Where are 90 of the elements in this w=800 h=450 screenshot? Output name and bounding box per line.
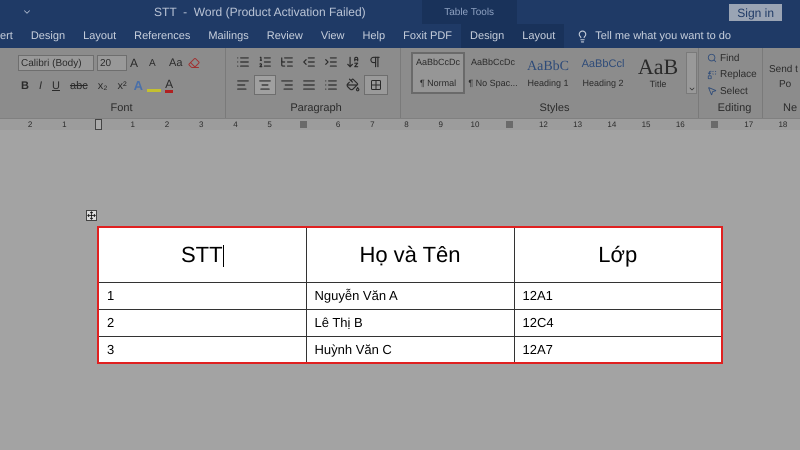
ruler-number: 15 (640, 118, 652, 130)
ruler-number: 1 (130, 118, 136, 130)
send-command-text: Send t (769, 63, 799, 77)
ruler-number: 2 (164, 118, 170, 130)
style-name: ¶ No Spac... (468, 76, 518, 90)
pointer-icon (707, 86, 717, 96)
ribbon-tab[interactable]: Help (353, 24, 394, 48)
style-name: Title (650, 78, 666, 91)
group-label: Editing (718, 100, 752, 116)
ribbon-tab[interactable]: Design (461, 24, 514, 48)
format-button[interactable]: x² (114, 78, 130, 94)
table-tools-label: Table Tools (422, 0, 517, 24)
style-preview: AaBbCcDc (416, 56, 460, 69)
ruler-number: 13 (572, 118, 584, 130)
style-name: ¶ Normal (420, 76, 456, 90)
borders-icon[interactable] (364, 75, 388, 95)
indent-marker-icon[interactable] (95, 119, 102, 130)
ruler-number: 12 (538, 118, 549, 130)
group-label: Styles (540, 100, 570, 116)
column-marker-icon[interactable] (506, 121, 513, 128)
ribbon-tab[interactable]: Layout (74, 24, 126, 48)
format-button[interactable]: U (49, 78, 63, 94)
table-cell: Nguyễn Văn A (306, 282, 514, 309)
table-cell: 2 (98, 309, 306, 336)
ruler-number: 7 (369, 118, 376, 130)
ribbon-tab[interactable]: Layout (513, 24, 564, 48)
ruler-number: 8 (403, 118, 410, 130)
ruler-number: 3 (198, 118, 204, 130)
font-size-field[interactable]: 20 (97, 55, 127, 71)
text-cursor (222, 245, 224, 268)
style-option[interactable]: AaBbC Heading 1 (521, 52, 575, 94)
group-label: Font (110, 100, 132, 116)
group-label: Ne (782, 100, 798, 116)
style-preview: AaBbCcDc (470, 56, 515, 69)
format-button[interactable]: x₂ (94, 78, 110, 94)
align-center-icon[interactable] (254, 75, 276, 95)
tell-me-field[interactable]: Tell me what you want to do (595, 28, 796, 44)
table-cell: 1 (98, 282, 306, 309)
ruler-number: 16 (674, 118, 686, 130)
grow-font-icon[interactable]: A (130, 54, 146, 72)
ruler-number: 17 (743, 118, 754, 130)
ruler-number: 10 (470, 118, 480, 130)
ruler-number: 6 (334, 118, 342, 130)
column-marker-icon[interactable] (300, 121, 308, 128)
table-move-icon[interactable] (86, 210, 97, 221)
gallery-scrollbar[interactable] (686, 52, 697, 94)
style-preview: AaBbC (527, 58, 569, 76)
window-title: STT - Word (Product Activation Failed) (154, 4, 366, 21)
format-button[interactable]: abc (66, 78, 91, 94)
ruler-number: 1 (61, 118, 68, 130)
ribbon-tab[interactable]: Mailings (199, 24, 258, 48)
table-cell: Lê Thị B (306, 309, 514, 336)
ribbon-tab[interactable]: View (312, 24, 354, 48)
ruler-number: 4 (232, 118, 239, 130)
font-name-field[interactable]: Calibri (Body) (18, 55, 94, 71)
format-button[interactable]: B (18, 78, 32, 94)
format-button[interactable]: I (36, 78, 46, 94)
more-icon (688, 85, 696, 93)
ruler-number: 9 (438, 118, 444, 130)
style-option[interactable]: AaBbCcDc ¶ No Spac... (466, 52, 520, 94)
search-icon (707, 53, 717, 64)
ribbon-tab[interactable]: References (125, 24, 200, 48)
send-command-text: Po (778, 78, 792, 92)
lightbulb-icon (576, 30, 590, 42)
ruler-number: 5 (266, 118, 273, 130)
group-label: Paragraph (290, 100, 342, 116)
style-option[interactable]: AaB Title (631, 52, 685, 94)
style-option[interactable]: AaBbCcDc ¶ Normal (411, 52, 465, 94)
header-cell: Họ và Tên (306, 227, 514, 282)
ribbon-tab[interactable]: Review (258, 24, 312, 48)
style-preview: AaBbCcl (582, 57, 624, 72)
column-marker-icon[interactable] (710, 121, 718, 128)
editing-command[interactable]: Replace (707, 66, 762, 83)
ruler-number: 2 (26, 118, 34, 130)
style-option[interactable]: AaBbCcl Heading 2 (576, 52, 630, 94)
style-name: Heading 2 (582, 76, 624, 90)
header-cell: STT (98, 227, 306, 282)
ribbon-tab[interactable]: ert (0, 24, 22, 48)
style-name: Heading 1 (527, 77, 569, 90)
editing-command[interactable]: Find (707, 50, 762, 66)
replace-icon (707, 70, 717, 80)
change-case-button[interactable]: Aa (166, 54, 186, 72)
ribbon-tab[interactable]: Design (22, 24, 74, 48)
style-preview: AaB (638, 56, 678, 78)
ribbon-tab[interactable]: Foxit PDF (394, 24, 462, 48)
ruler-number: 14 (606, 118, 618, 130)
ruler-number: 18 (777, 118, 788, 130)
shrink-font-icon[interactable]: A (149, 56, 163, 70)
sign-in-button[interactable]: Sign in (729, 4, 782, 20)
editing-command[interactable]: Select (707, 83, 762, 100)
